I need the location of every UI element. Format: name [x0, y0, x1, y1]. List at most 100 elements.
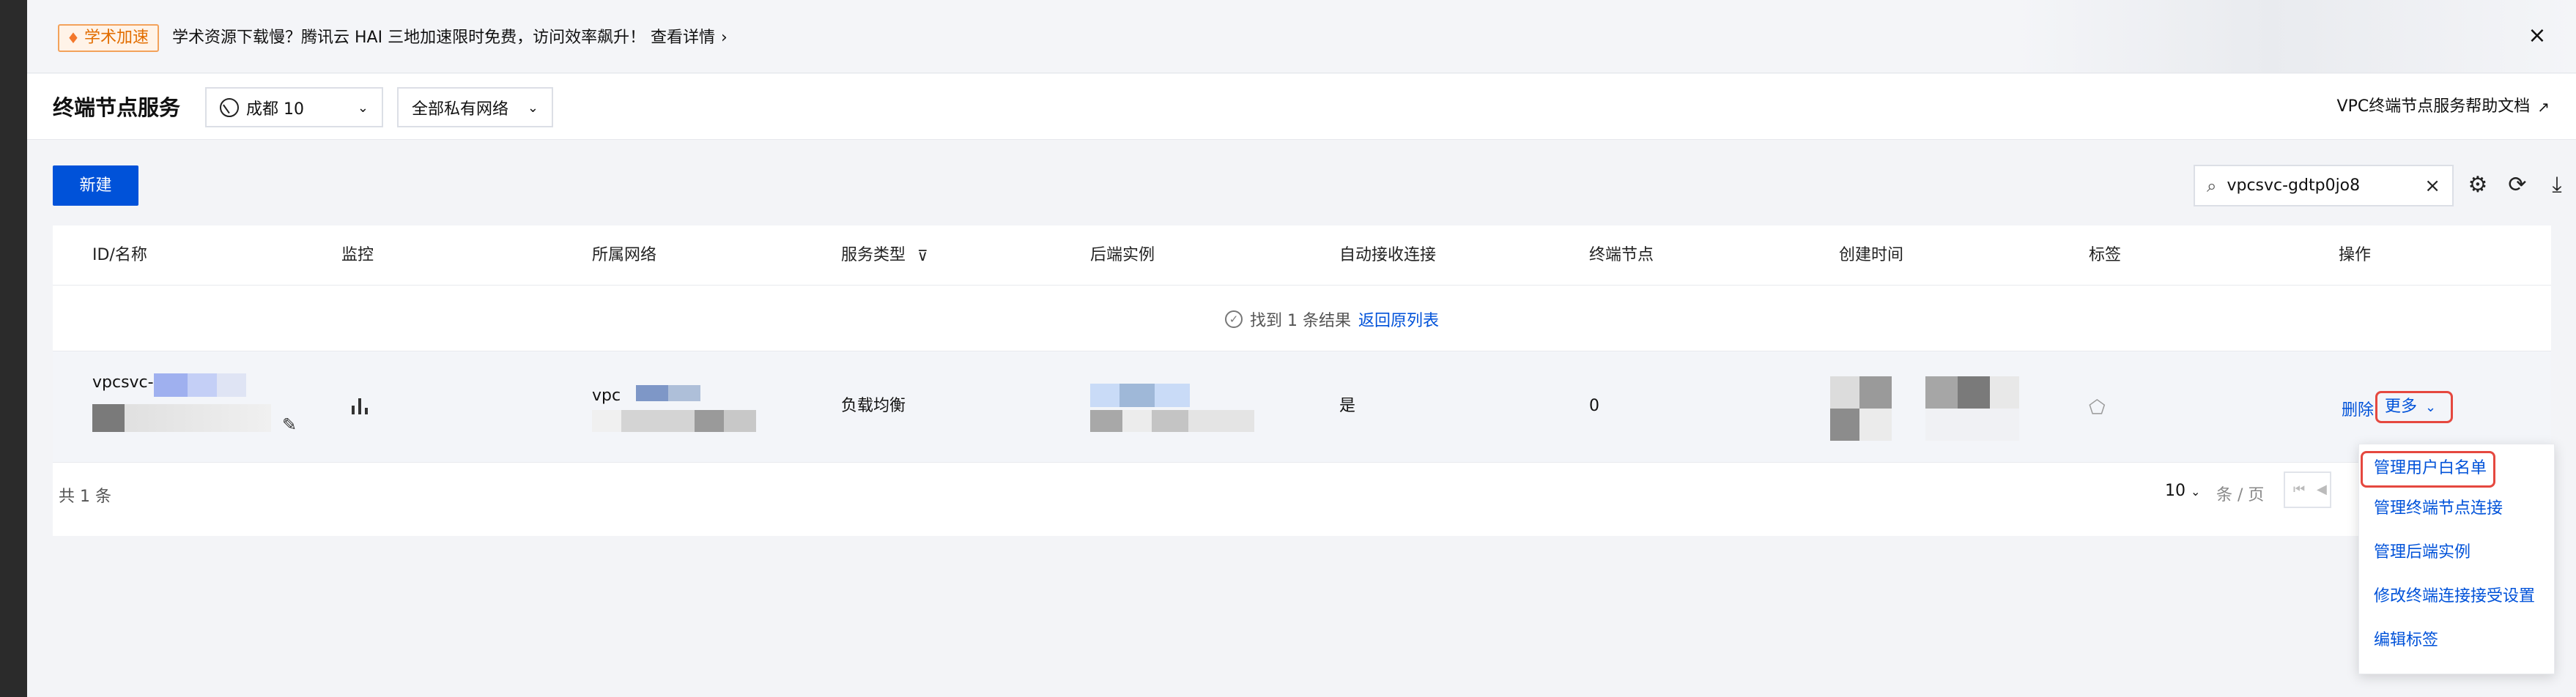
redacted-block [724, 410, 756, 432]
chevron-right-icon: › [721, 29, 728, 47]
search-result-row: ✓ 找到 1 条结果 返回原列表 [53, 286, 2551, 351]
redacted-block [1155, 384, 1190, 407]
help-doc-link[interactable]: VPC终端节点服务帮助文档 ↗ [2337, 94, 2550, 119]
redacted-block [154, 373, 188, 397]
service-id-link[interactable]: vpcsvc- [92, 372, 154, 394]
delete-link[interactable]: 删除 [2342, 397, 2374, 420]
search-input[interactable]: ⌕ vpcsvc-gdtp0jo8 × [2194, 165, 2454, 206]
menu-item-edit-tags[interactable]: 编辑标签 [2374, 630, 2438, 652]
more-label: 更多 [2385, 398, 2418, 416]
column-header: 终端节点 [1589, 246, 1654, 264]
auto-accept-value: 是 [1339, 397, 1356, 415]
search-value: vpcsvc-gdtp0jo8 [2227, 176, 2361, 195]
redacted-block [695, 410, 724, 432]
vpc-filter-select[interactable]: 全部私有网络 ⌄ [397, 87, 553, 127]
chevron-down-icon: ⌄ [357, 100, 369, 116]
redacted-block [217, 373, 246, 397]
external-link-icon: ↗ [2537, 98, 2550, 116]
redacted-block [592, 410, 621, 432]
redacted-block [125, 404, 271, 432]
chevron-down-icon: ⌄ [2425, 400, 2437, 415]
redacted-block [1925, 409, 2019, 441]
more-actions-button[interactable]: 更多 ⌄ [2375, 391, 2453, 423]
monitor-chart-icon[interactable] [352, 397, 371, 414]
column-header: 所属网络 [592, 246, 657, 264]
redacted-block [188, 373, 217, 397]
chevron-down-icon: ⌄ [527, 100, 538, 116]
endpoint-service-table: ID/名称 监控 所属网络 服务类型 ⊽ 后端实例 自动接收连接 终端节点 创建… [53, 225, 2551, 536]
column-header: 自动接收连接 [1339, 246, 1437, 264]
vpc-link[interactable]: vpc [592, 385, 621, 407]
prev-page-icon[interactable]: ◀ [2317, 482, 2327, 497]
edit-pencil-icon[interactable]: ✎ [282, 414, 297, 435]
region-icon [220, 97, 239, 117]
redacted-block [1925, 376, 1958, 409]
redacted-block [1090, 410, 1122, 432]
menu-item-manage-endpoint-connections[interactable]: 管理终端节点连接 [2374, 498, 2503, 520]
redacted-block [621, 410, 695, 432]
region-value: 成都 10 [246, 100, 304, 119]
result-text: 找到 1 条结果 [1250, 312, 1351, 330]
menu-item-manage-whitelist[interactable]: 管理用户白名单 [2361, 451, 2495, 488]
column-header: 创建时间 [1839, 246, 1904, 264]
redacted-block [1830, 409, 1859, 441]
redacted-block [636, 385, 668, 401]
banner-badge: ♦ 学术加速 [58, 24, 159, 52]
redacted-block [1152, 410, 1188, 432]
tag-icon[interactable]: ⬠ [2089, 397, 2106, 419]
filter-icon[interactable]: ⊽ [917, 245, 928, 266]
column-header: 监控 [341, 246, 374, 264]
menu-item-manage-backend-instances[interactable]: 管理后端实例 [2374, 542, 2470, 564]
promo-banner: ♦ 学术加速 学术资源下载慢？腾讯云 HAI 三地加速限时免费，访问效率飙升！ … [27, 0, 2576, 73]
page-size-select[interactable]: 10 ⌄ [2165, 482, 2200, 500]
redacted-block [92, 404, 125, 432]
page-title: 终端节点服务 [53, 95, 181, 120]
redacted-block [1859, 376, 1892, 409]
search-result-info: ✓ 找到 1 条结果 返回原列表 [1225, 308, 1439, 331]
first-page-icon[interactable]: ⏮ [2293, 482, 2305, 497]
page-size-value: 10 [2165, 482, 2185, 500]
column-header: ID/名称 [92, 246, 147, 264]
redacted-block [1958, 376, 1990, 409]
table-header: ID/名称 监控 所属网络 服务类型 ⊽ 后端实例 自动接收连接 终端节点 创建… [53, 225, 2551, 286]
redacted-block [1990, 376, 2019, 409]
help-doc-label: VPC终端节点服务帮助文档 [2336, 97, 2531, 116]
download-icon[interactable]: ⤓ [2543, 171, 2571, 199]
endpoint-count: 0 [1589, 397, 1599, 415]
table-row: vpcsvc- ✎ vpc 负载均衡 是 0 ⬠ 删除 更多 ⌄ [53, 351, 2551, 463]
banner-details-label: 查看详情 [651, 29, 716, 47]
back-to-list-link[interactable]: 返回原列表 [1358, 308, 1439, 331]
redacted-block [1188, 410, 1254, 432]
column-header: 服务类型 [841, 246, 906, 264]
redacted-block [1122, 410, 1152, 432]
column-header: 操作 [2339, 246, 2372, 264]
redacted-block [668, 385, 700, 401]
settings-gear-icon[interactable]: ⚙ [2464, 171, 2492, 199]
banner-text: 学术资源下载慢？腾讯云 HAI 三地加速限时免费，访问效率飙升！ [172, 29, 646, 47]
redacted-block [1119, 384, 1155, 407]
region-select[interactable]: 成都 10 ⌄ [205, 87, 383, 127]
service-type: 负载均衡 [841, 397, 906, 415]
column-header: 标签 [2089, 246, 2122, 264]
redacted-block [1090, 384, 1119, 407]
banner-close-button[interactable]: × [2526, 25, 2548, 47]
redacted-block [1830, 376, 1859, 409]
clear-search-icon[interactable]: × [2424, 175, 2440, 197]
redacted-block [1859, 409, 1892, 441]
banner-badge-label: 学术加速 [84, 29, 149, 47]
vpc-filter-value: 全部私有网络 [412, 100, 509, 119]
total-count: 共 1 条 [59, 488, 111, 506]
chevron-down-icon: ⌄ [2191, 485, 2201, 499]
page-size-unit: 条 / 页 [2216, 486, 2265, 504]
more-actions-menu: 管理用户白名单 管理终端节点连接 管理后端实例 修改终端连接接受设置 编辑标签 [2358, 444, 2555, 674]
menu-item-modify-accept-settings[interactable]: 修改终端连接接受设置 [2374, 586, 2535, 608]
app-window: ♦ 学术加速 学术资源下载慢？腾讯云 HAI 三地加速限时免费，访问效率飙升！ … [27, 0, 2576, 697]
check-circle-icon: ✓ [1225, 310, 1243, 328]
banner-details-link[interactable]: 查看详情 › [651, 27, 728, 49]
new-button[interactable]: 新建 [53, 165, 138, 206]
page-header: 终端节点服务 成都 10 ⌄ 全部私有网络 ⌄ VPC终端节点服务帮助文档 ↗ [27, 74, 2576, 140]
search-icon: ⌕ [2207, 175, 2217, 196]
flame-icon: ♦ [67, 29, 80, 47]
column-header: 后端实例 [1090, 246, 1155, 264]
refresh-icon[interactable]: ⟳ [2503, 171, 2531, 199]
